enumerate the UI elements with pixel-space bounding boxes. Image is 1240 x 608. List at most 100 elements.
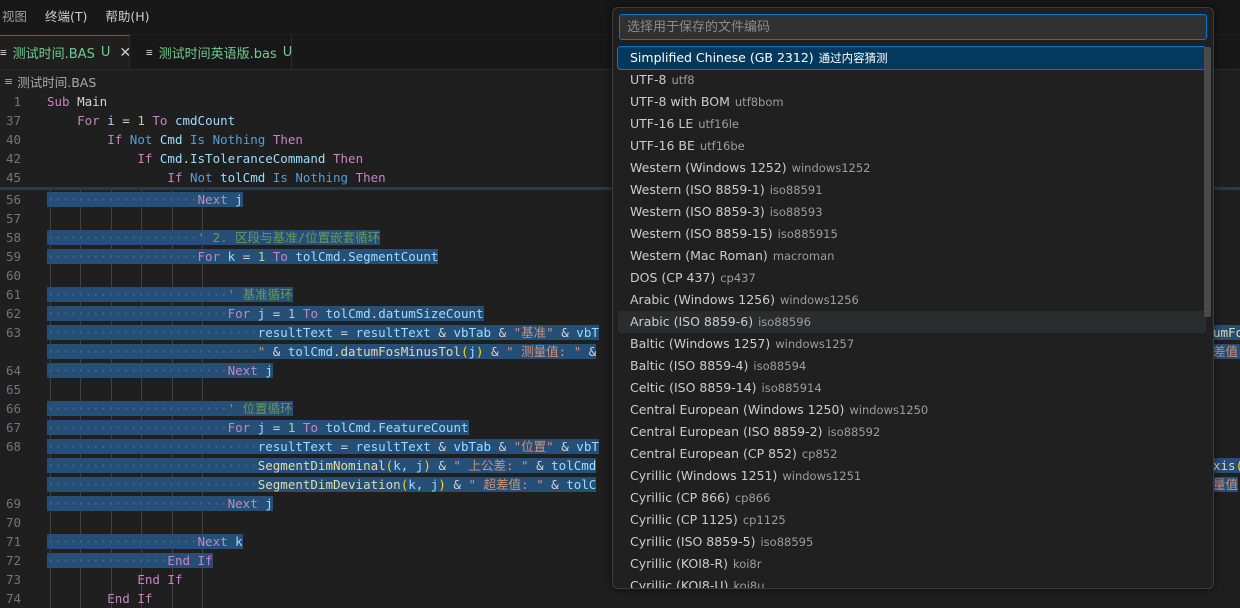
indent-whitespace: ························ xyxy=(47,420,228,435)
menu-help[interactable]: 帮助(H) xyxy=(96,0,158,34)
encoding-option[interactable]: Cyrillic (ISO 8859-5) iso88595 xyxy=(618,531,1206,553)
menu-view[interactable]: 视图 xyxy=(0,0,36,34)
code-token: Next xyxy=(227,363,266,378)
line-number: 69 xyxy=(5,496,21,511)
encoding-option[interactable]: Western (Windows 1252) windows1252 xyxy=(618,157,1206,179)
selection-highlight: ················End If xyxy=(47,553,213,568)
encoding-option[interactable]: Cyrillic (KOI8-U) koi8u xyxy=(618,575,1206,588)
code-token: Then xyxy=(333,151,364,166)
tab-active-file[interactable]: ≡ 测试时间.BAS U ✕ xyxy=(0,35,131,69)
code-token: 1 xyxy=(137,113,153,128)
code-token: & xyxy=(498,439,514,454)
code-token: "位置" xyxy=(513,439,562,454)
encoding-option[interactable]: Cyrillic (KOI8-R) koi8r xyxy=(618,553,1206,575)
code-token: Is xyxy=(190,132,213,147)
code-token: = xyxy=(272,306,288,321)
encoding-label: UTF-16 BE xyxy=(630,138,695,153)
code-token: , xyxy=(415,477,431,492)
encoding-option[interactable]: UTF-16 LE utf16le xyxy=(618,113,1206,135)
tab-english-file[interactable]: ≡ 测试时间英语版.bas U xyxy=(130,35,292,69)
tab-title: 测试时间.BAS xyxy=(12,47,95,62)
code-token: vbT xyxy=(576,439,599,454)
selection-highlight: ························Next j xyxy=(47,496,273,511)
menu-terminal[interactable]: 终端(T) xyxy=(36,0,96,34)
code-token: " 上公差: " xyxy=(453,458,537,473)
line-number: 45 xyxy=(5,170,21,185)
indent-whitespace: ···················· xyxy=(47,249,198,264)
encoding-option[interactable]: Central European (CP 852) cp852 xyxy=(618,443,1206,465)
code-token: , xyxy=(400,458,416,473)
encoding-id: iso88595 xyxy=(760,535,814,549)
encoding-option[interactable]: Central European (Windows 1250) windows12… xyxy=(618,399,1206,421)
code-token: For xyxy=(77,113,108,128)
code-token: = xyxy=(272,420,288,435)
code-token: Next xyxy=(197,192,236,207)
encoding-option[interactable]: Cyrillic (CP 866) cp866 xyxy=(618,487,1206,509)
line-number: 68 xyxy=(5,439,21,454)
encoding-option[interactable]: Western (Mac Roman) macroman xyxy=(618,245,1206,267)
encoding-id: koi8r xyxy=(732,557,762,571)
encoding-label: Cyrillic (KOI8-R) xyxy=(630,556,728,571)
encoding-label: Baltic (Windows 1257) xyxy=(630,336,771,351)
encoding-option[interactable]: Western (ISO 8859-3) iso88593 xyxy=(618,201,1206,223)
code-token: tolCmd xyxy=(220,170,273,185)
encoding-option[interactable]: Celtic (ISO 8859-14) iso885914 xyxy=(618,377,1206,399)
encoding-label: UTF-16 LE xyxy=(630,116,694,131)
code-token: j xyxy=(257,306,273,321)
code-token: Nothing xyxy=(295,170,356,185)
code-token: i xyxy=(107,113,123,128)
encoding-option[interactable]: Western (ISO 8859-15) iso885915 xyxy=(618,223,1206,245)
code-token: . xyxy=(333,344,341,359)
encoding-option[interactable]: DOS (CP 437) cp437 xyxy=(618,267,1206,289)
line-content: ····························SegmentDimDe… xyxy=(47,475,597,494)
encoding-id: windows1252 xyxy=(791,161,871,175)
line-content: If Not Cmd Is Nothing Then xyxy=(47,130,303,149)
selection-highlight: ····························" & tolCmd.d… xyxy=(47,344,597,359)
selection-highlight: ························Next j xyxy=(47,363,273,378)
encoding-list: Simplified Chinese (GB 2312) 通过内容猜测 UTF-8 u… xyxy=(617,46,1207,588)
code-token: xis xyxy=(1213,458,1236,473)
untracked-badge: U xyxy=(100,45,111,60)
code-token: ' 基准循环 xyxy=(227,287,293,302)
code-token: To xyxy=(302,306,326,321)
code-token: 1 xyxy=(257,249,273,264)
code-token: End If xyxy=(167,553,213,568)
encoding-option[interactable]: UTF-8 utf8 xyxy=(618,69,1206,91)
line-number: 42 xyxy=(5,151,21,166)
line-content xyxy=(47,513,69,532)
encoding-option[interactable]: Baltic (Windows 1257) windows1257 xyxy=(618,333,1206,355)
line-content: ····················Next k xyxy=(47,532,243,551)
code-token: & xyxy=(498,325,514,340)
list-scrollbar[interactable] xyxy=(1204,47,1211,317)
encoding-option[interactable]: Central European (ISO 8859-2) iso88592 xyxy=(618,421,1206,443)
line-number: 59 xyxy=(5,249,21,264)
indent-whitespace: ···························· xyxy=(47,458,258,473)
encoding-option[interactable]: Western (ISO 8859-1) iso88591 xyxy=(618,179,1206,201)
encoding-option[interactable]: Baltic (ISO 8859-4) iso88594 xyxy=(618,355,1206,377)
encoding-option[interactable]: Cyrillic (Windows 1251) windows1251 xyxy=(618,465,1206,487)
encoding-option[interactable]: UTF-16 BE utf16be xyxy=(618,135,1206,157)
code-line: 74 End If xyxy=(0,589,1240,608)
encoding-option[interactable]: Simplified Chinese (GB 2312) 通过内容猜测 xyxy=(617,46,1207,70)
encoding-label: Western (Mac Roman) xyxy=(630,248,768,263)
encoding-search-input[interactable] xyxy=(619,14,1207,40)
code-token: Next xyxy=(197,534,236,549)
code-token: vbTab xyxy=(453,325,499,340)
code-token: End If xyxy=(137,572,183,587)
selection-highlight: ····················' 2. 区段与基准/位置嵌套循环 xyxy=(47,230,381,245)
encoding-id: windows1250 xyxy=(849,403,929,417)
encoding-id: cp437 xyxy=(720,271,756,285)
selection-highlight: ························For j = 1 To tol… xyxy=(47,306,484,321)
encoding-option[interactable]: Arabic (Windows 1256) windows1256 xyxy=(618,289,1206,311)
line-content: ························Next j xyxy=(47,494,273,513)
encoding-option[interactable]: Arabic (ISO 8859-6) iso88596 xyxy=(618,311,1206,333)
code-token: tolC xyxy=(566,477,597,492)
encoding-option[interactable]: UTF-8 with BOM utf8bom xyxy=(618,91,1206,113)
encoding-id: windows1257 xyxy=(775,337,855,351)
encoding-option[interactable]: Cyrillic (CP 1125) cp1125 xyxy=(618,509,1206,531)
encoding-quick-pick: Simplified Chinese (GB 2312) 通过内容猜测 UTF-8 u… xyxy=(612,7,1214,589)
code-token: vbTab xyxy=(453,439,499,454)
line-number: 56 xyxy=(5,192,21,207)
breadcrumb-file[interactable]: 测试时间.BAS xyxy=(17,72,96,91)
line-number: 1 xyxy=(13,94,21,109)
